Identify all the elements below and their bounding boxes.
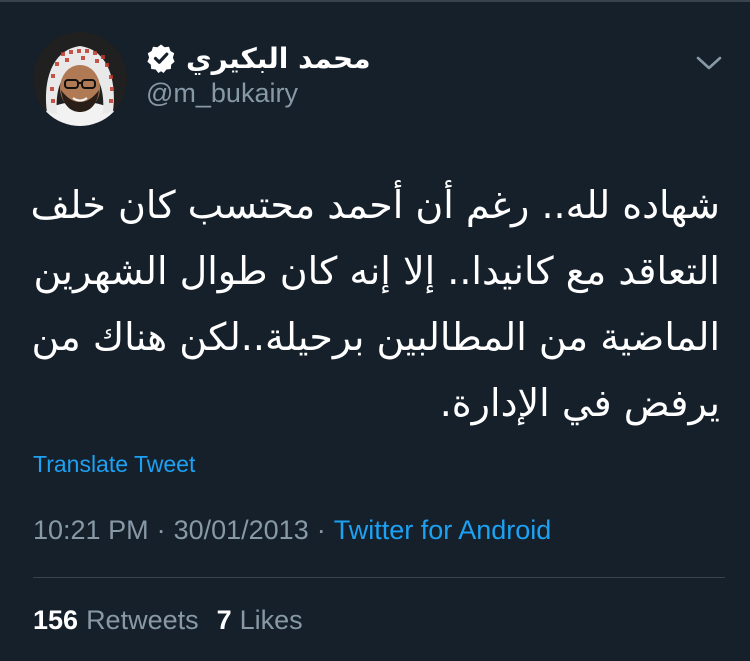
author-name-row[interactable]: محمد البكيري — [146, 38, 371, 78]
likes-label: Likes — [239, 605, 303, 635]
divider — [33, 577, 725, 578]
profile-photo — [33, 32, 127, 126]
tweet-text: شهاده لله.. رغم أن أحمد محتسب كان خلف ال… — [30, 183, 721, 425]
retweets-label: Retweets — [86, 605, 199, 635]
retweets-stat[interactable]: 156 Retweets — [33, 605, 199, 635]
tweet-view: محمد البكيري @m_bukairy شهاده لله.. رغم … — [0, 0, 750, 661]
author-display-name[interactable]: محمد البكيري — [186, 42, 371, 75]
meta-separator: · — [316, 515, 326, 545]
verified-badge-icon — [147, 44, 175, 73]
tweet-stats: 156 Retweets 7 Likes — [33, 605, 303, 636]
author-handle[interactable]: @m_bukairy — [146, 78, 298, 109]
translate-tweet-link[interactable]: Translate Tweet — [33, 451, 195, 478]
tweet-time: 10:21 PM — [33, 515, 149, 545]
tweet-source-link[interactable]: Twitter for Android — [334, 515, 552, 545]
avatar[interactable] — [33, 32, 127, 126]
retweets-count: 156 — [33, 605, 79, 635]
meta-separator: · — [156, 515, 166, 545]
top-border — [0, 0, 750, 2]
chevron-down-icon[interactable] — [694, 52, 724, 74]
likes-stat[interactable]: 7 Likes — [217, 605, 303, 635]
likes-count: 7 — [216, 605, 232, 635]
tweet-metadata: 10:21 PM · 30/01/2013 · Twitter for Android — [33, 515, 551, 546]
tweet-date: 30/01/2013 — [173, 515, 309, 545]
